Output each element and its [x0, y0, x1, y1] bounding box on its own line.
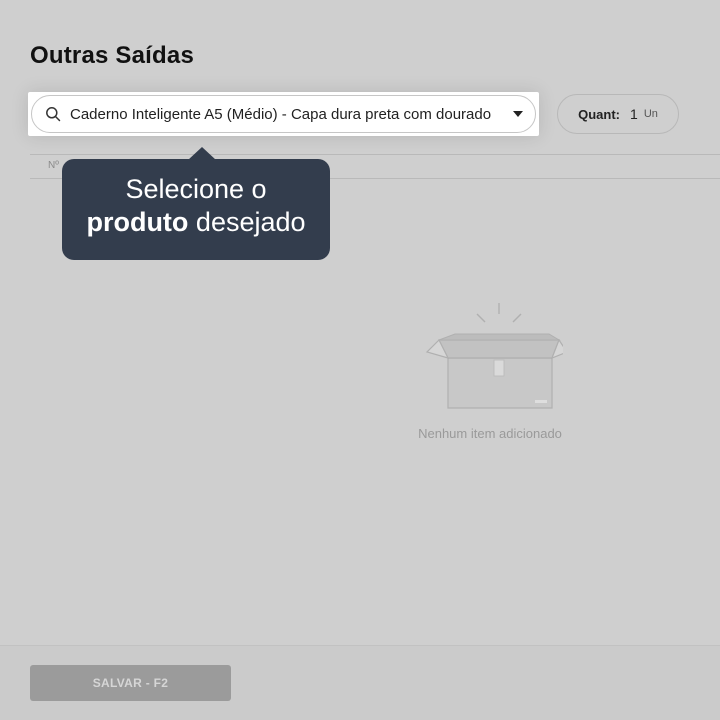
tooltip-rest: desejado: [188, 207, 306, 237]
empty-state: Nenhum item adicionado: [405, 300, 575, 450]
tooltip-line-2: produto desejado: [62, 206, 330, 239]
product-search-select[interactable]: Caderno Inteligente A5 (Médio) - Capa du…: [31, 95, 536, 133]
quantity-field[interactable]: Quant: 1 Un: [557, 94, 679, 134]
chevron-down-icon[interactable]: [511, 109, 525, 119]
quantity-label: Quant:: [578, 106, 621, 122]
page-title: Outras Saídas: [30, 42, 195, 69]
search-icon: [44, 105, 62, 123]
table-header-number-column: Nº: [48, 160, 59, 171]
tooltip-line-1: Selecione o: [125, 174, 267, 204]
quantity-unit: Un: [643, 108, 658, 120]
empty-state-text: Nenhum item adicionado: [418, 426, 562, 441]
save-button[interactable]: SALVAR - F2: [30, 665, 231, 701]
tooltip-arrow: [188, 147, 216, 160]
empty-box-icon: [425, 303, 563, 409]
tooltip-bold-word: produto: [86, 207, 189, 237]
onboarding-tooltip: Selecione o produto desejado: [62, 147, 330, 260]
table-header-divider-top: [30, 154, 720, 155]
quantity-value[interactable]: 1: [630, 106, 638, 122]
product-search-value: Caderno Inteligente A5 (Médio) - Capa du…: [70, 105, 492, 123]
